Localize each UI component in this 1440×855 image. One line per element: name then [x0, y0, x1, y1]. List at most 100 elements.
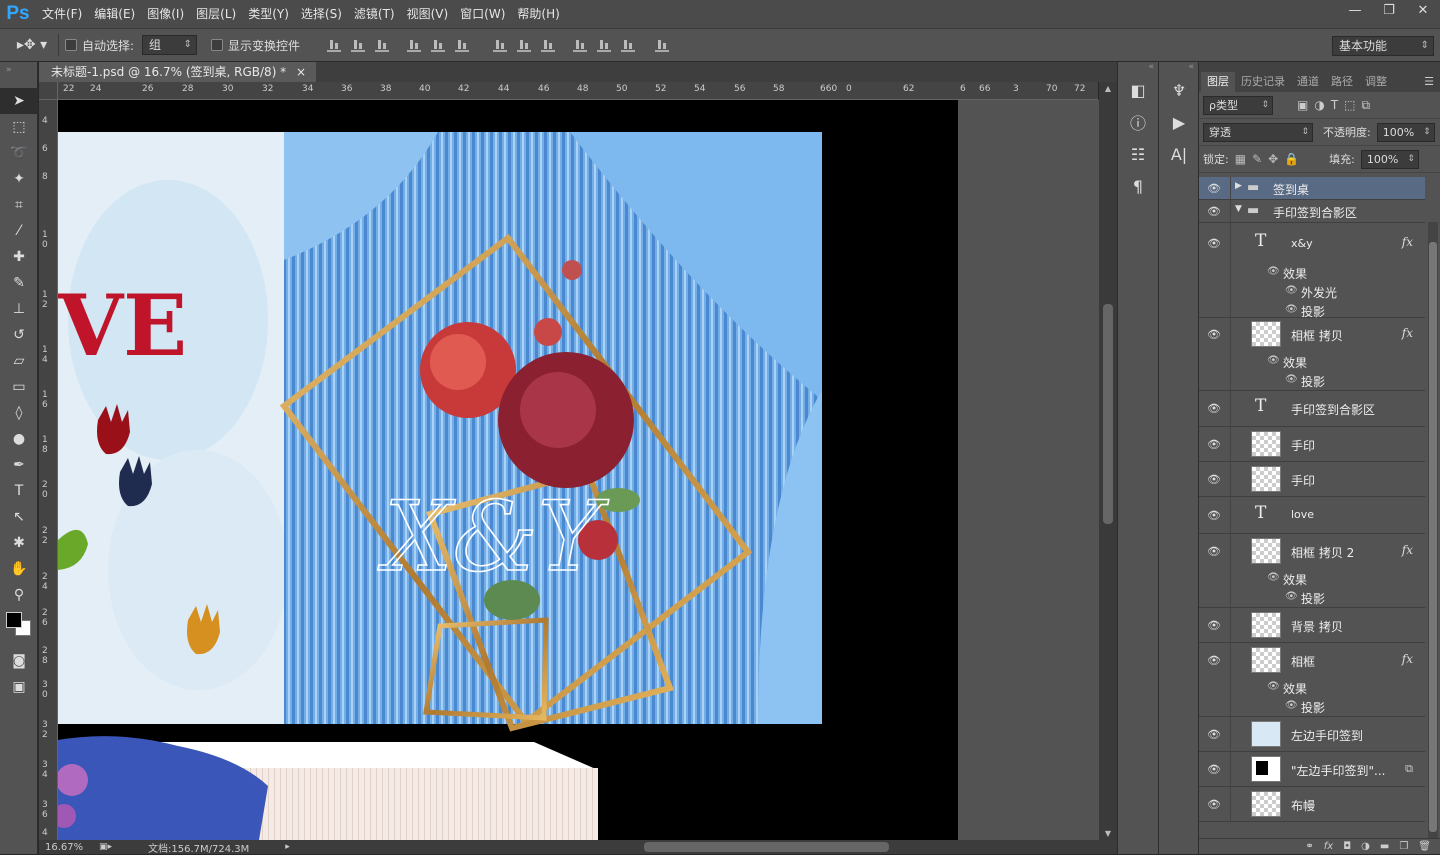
- effect-name[interactable]: 投影: [1301, 699, 1325, 716]
- move-tool-icon[interactable]: ➤: [0, 88, 38, 114]
- eraser-tool-icon[interactable]: ▱: [0, 348, 38, 374]
- layer-name[interactable]: 手印签到合影区: [1291, 401, 1375, 418]
- effect-eye-icon[interactable]: 👁: [1285, 591, 1298, 602]
- align-hcenter-icon[interactable]: [431, 38, 446, 52]
- visibility-eye-icon[interactable]: 👁: [1206, 728, 1222, 741]
- tab-layers[interactable]: 图层: [1201, 72, 1235, 92]
- layer-fx-icon[interactable]: fx: [1402, 235, 1413, 249]
- adjust-panel-icon[interactable]: ☷: [1118, 138, 1158, 170]
- canvas-area[interactable]: VE X&Y: [58, 100, 1099, 840]
- zoom-tool-icon[interactable]: ⚲: [0, 582, 38, 608]
- layer-row[interactable]: 👁 背景 拷贝: [1199, 608, 1425, 643]
- magic-wand-tool-icon[interactable]: ✦: [0, 166, 38, 192]
- new-group-icon[interactable]: ▬: [1380, 841, 1389, 852]
- layer-name[interactable]: love: [1291, 508, 1314, 521]
- layer-row[interactable]: 👁 手印: [1199, 462, 1425, 497]
- document-tab-close-icon[interactable]: ×: [296, 65, 306, 79]
- canvas-vertical-scrollbar[interactable]: ▲ ▼: [1099, 82, 1117, 840]
- character-panel-icon[interactable]: A|: [1159, 138, 1199, 170]
- visibility-eye-icon[interactable]: 👁: [1206, 237, 1222, 250]
- document-tab[interactable]: 未标题-1.psd @ 16.7% (签到桌, RGB/8) * ×: [39, 62, 317, 82]
- clone-stamp-tool-icon[interactable]: ⊥: [0, 296, 38, 322]
- layer-filter-dropdown[interactable]: ρ类型: [1203, 95, 1273, 115]
- lock-transparent-icon[interactable]: ▦: [1235, 152, 1246, 166]
- tab-channels[interactable]: 通道: [1291, 72, 1325, 92]
- crop-tool-icon[interactable]: ⌗: [0, 192, 38, 218]
- color-swatches[interactable]: [0, 608, 37, 648]
- layer-name[interactable]: 手印签到合影区: [1273, 204, 1357, 221]
- auto-align-icon[interactable]: [655, 38, 670, 52]
- dodge-tool-icon[interactable]: ●: [0, 426, 38, 452]
- screen-mode-icon[interactable]: ▣: [0, 674, 38, 700]
- blend-mode-dropdown[interactable]: 穿透: [1203, 122, 1313, 142]
- menu-edit[interactable]: 编辑(E): [88, 0, 141, 28]
- align-top-icon[interactable]: [327, 38, 342, 52]
- canvas-horizontal-scroll-thumb[interactable]: [644, 842, 889, 852]
- link-layers-icon[interactable]: ⚭: [1305, 841, 1313, 852]
- layer-name[interactable]: 手印: [1291, 437, 1315, 454]
- lock-all-icon[interactable]: 🔒: [1284, 152, 1299, 166]
- layer-name[interactable]: 手印: [1291, 472, 1315, 489]
- align-left-icon[interactable]: [407, 38, 422, 52]
- layer-name[interactable]: 签到桌: [1273, 181, 1309, 198]
- visibility-eye-icon[interactable]: 👁: [1206, 545, 1222, 558]
- layer-row[interactable]: 👁 T 手印签到合影区: [1199, 391, 1425, 427]
- scroll-down-icon[interactable]: ▼: [1099, 829, 1117, 838]
- layer-row[interactable]: 👁 相框 fx 👁 效果 👁 投影: [1199, 643, 1425, 717]
- tab-adjustments[interactable]: 调整: [1359, 72, 1393, 92]
- new-layer-icon[interactable]: ❐: [1399, 841, 1408, 852]
- effect-name[interactable]: 投影: [1301, 373, 1325, 390]
- effect-eye-icon[interactable]: 👁: [1285, 304, 1298, 315]
- distribute-vcenter-icon[interactable]: [517, 38, 532, 52]
- effect-eye-icon[interactable]: 👁: [1267, 681, 1280, 692]
- layer-fx-icon[interactable]: fx: [1402, 326, 1413, 340]
- layer-row[interactable]: 👁 T love: [1199, 497, 1425, 534]
- align-vcenter-icon[interactable]: [351, 38, 366, 52]
- align-right-icon[interactable]: [455, 38, 470, 52]
- filter-smart-icon[interactable]: ⧉: [1362, 98, 1371, 113]
- visibility-eye-icon[interactable]: 👁: [1206, 654, 1222, 667]
- vertical-ruler[interactable]: 4 6 8 10 12 14 16 18 20 22 24 26 28 30 3…: [39, 100, 58, 840]
- effect-name[interactable]: 投影: [1301, 590, 1325, 607]
- properties-panel-icon[interactable]: ⓘ: [1118, 106, 1158, 138]
- visibility-eye-icon[interactable]: 👁: [1206, 473, 1222, 486]
- distribute-hcenter-icon[interactable]: [597, 38, 612, 52]
- effect-eye-icon[interactable]: 👁: [1285, 285, 1298, 296]
- layer-name[interactable]: "左边手印签到"...: [1291, 762, 1385, 779]
- align-bottom-icon[interactable]: [375, 38, 390, 52]
- layer-name[interactable]: 相框 拷贝 2: [1291, 544, 1354, 561]
- canvas-vertical-scroll-thumb[interactable]: [1103, 304, 1113, 524]
- path-selection-tool-icon[interactable]: ↖: [0, 504, 38, 530]
- lasso-tool-icon[interactable]: ➰: [0, 140, 38, 166]
- status-menu-icon[interactable]: ▸: [285, 842, 290, 852]
- filter-shape-icon[interactable]: ⬚: [1344, 98, 1355, 112]
- layer-row[interactable]: 👁 ▶ ▬ 签到桌: [1199, 177, 1425, 200]
- effect-eye-icon[interactable]: 👁: [1285, 700, 1298, 711]
- effect-eye-icon[interactable]: 👁: [1267, 266, 1280, 277]
- move-tool-preset-icon[interactable]: ▸✥ ▾: [12, 37, 52, 53]
- layer-row[interactable]: 👁 相框 拷贝 2 fx 👁 效果 👁 投影: [1199, 534, 1425, 608]
- restore-button[interactable]: ❐: [1372, 0, 1406, 20]
- layer-row[interactable]: 👁 ▼ ▬ 手印签到合影区: [1199, 200, 1425, 223]
- layer-row[interactable]: 👁 布幔: [1199, 787, 1425, 822]
- visibility-eye-icon[interactable]: 👁: [1206, 328, 1222, 341]
- layer-name[interactable]: 相框 拷贝: [1291, 327, 1343, 344]
- visibility-eye-icon[interactable]: 👁: [1206, 763, 1222, 776]
- marquee-tool-icon[interactable]: ⬚: [0, 114, 38, 140]
- visibility-eye-icon[interactable]: 👁: [1206, 182, 1222, 195]
- lock-image-icon[interactable]: ✎: [1252, 152, 1262, 166]
- new-adjustment-icon[interactable]: ◑: [1361, 841, 1370, 852]
- eyedropper-tool-icon[interactable]: ⁄: [0, 218, 38, 244]
- layer-row[interactable]: 👁 T x&y fx 👁 效果 👁 外发光 👁 投影: [1199, 223, 1425, 319]
- layer-row[interactable]: 👁 手印: [1199, 427, 1425, 462]
- layer-name[interactable]: 相框: [1291, 653, 1315, 670]
- auto-select-dropdown[interactable]: 组: [142, 35, 198, 55]
- paragraph-panel-icon[interactable]: ¶: [1118, 170, 1158, 202]
- menu-help[interactable]: 帮助(H): [511, 0, 565, 28]
- layer-name[interactable]: 背景 拷贝: [1291, 618, 1343, 635]
- minimize-button[interactable]: —: [1338, 0, 1372, 20]
- panel-menu-icon[interactable]: ☰: [1424, 72, 1434, 92]
- layers-scrollbar[interactable]: [1428, 222, 1438, 842]
- healing-brush-tool-icon[interactable]: ✚: [0, 244, 38, 270]
- menu-filter[interactable]: 滤镜(T): [348, 0, 401, 28]
